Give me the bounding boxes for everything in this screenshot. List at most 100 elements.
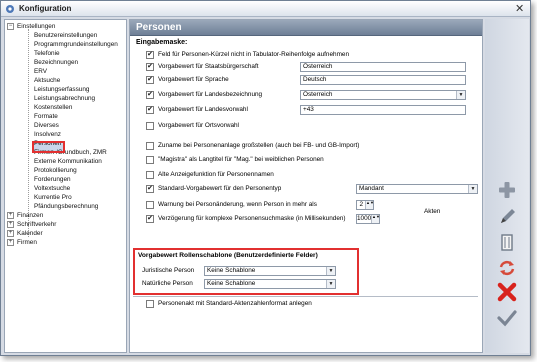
- tree-item-label: Kurrentie Pro: [34, 194, 72, 201]
- number-stepper[interactable]: 1000 ▲▼: [356, 214, 380, 224]
- tree-item[interactable]: ERV: [5, 67, 125, 76]
- tree-item[interactable]: Telefonie: [5, 49, 125, 58]
- add-icon[interactable]: [495, 179, 519, 201]
- tree-node-label: Finanzen: [17, 212, 44, 219]
- checkbox[interactable]: [146, 142, 154, 150]
- checkbox[interactable]: [146, 171, 154, 179]
- tree-item[interactable]: Diverses: [5, 121, 125, 130]
- chevron-down-icon[interactable]: ▼: [468, 185, 477, 193]
- chevron-down-icon[interactable]: ▼: [326, 267, 335, 275]
- checkbox-checked[interactable]: ✔: [146, 76, 154, 84]
- tree-item-label: Diverses: [34, 122, 59, 129]
- settings-panel: Personen Eingabemaske: ✔ Feld für Persone…: [129, 19, 483, 353]
- option-label: Personenakt mit Standard-Aktenzahlenform…: [158, 300, 312, 307]
- panel-header: Personen: [130, 20, 482, 36]
- tree-node-collapsed[interactable]: + Finanzen: [5, 211, 125, 220]
- dropdown[interactable]: Österreich ▼: [300, 90, 466, 100]
- expand-icon[interactable]: +: [7, 221, 14, 228]
- checkbox[interactable]: [146, 156, 154, 164]
- tree-node-einstellungen[interactable]: − Einstellungen: [5, 22, 125, 31]
- tree-item[interactable]: Voltextsuche: [5, 184, 125, 193]
- legal-person-template-dropdown[interactable]: Keine Schablone ▼: [204, 266, 336, 276]
- tree-item[interactable]: Bezeichnungen: [5, 58, 125, 67]
- tree-node-collapsed[interactable]: + Firmen: [5, 238, 125, 247]
- tree-item[interactable]: Kurrentie Pro: [5, 193, 125, 202]
- confirm-icon[interactable]: [495, 307, 519, 329]
- expand-icon[interactable]: +: [7, 239, 14, 246]
- tree-item[interactable]: Pfändungsberechnung: [5, 202, 125, 211]
- tree-node-collapsed[interactable]: + Schriftverkehr: [5, 220, 125, 229]
- tree-node-collapsed[interactable]: + Kalender: [5, 229, 125, 238]
- checkbox[interactable]: [146, 122, 154, 130]
- selected-item-highlight: [32, 141, 65, 153]
- tree-item[interactable]: Formate: [5, 112, 125, 121]
- field-value: Österreich: [303, 63, 333, 70]
- refresh-icon[interactable]: [495, 257, 519, 279]
- option-label: Standard-Vorgabewert für den Personentyp: [158, 185, 282, 192]
- expand-icon[interactable]: +: [7, 212, 14, 219]
- stepper-arrows-icon[interactable]: ▲▼: [365, 201, 374, 209]
- tree-item[interactable]: Programmgrundeinstellungen: [5, 40, 125, 49]
- tree-item[interactable]: Insolvenz: [5, 130, 125, 139]
- option-label: Verzögerung für komplexe Personensuchmas…: [158, 215, 346, 222]
- section-label: Eingabemaske:: [136, 39, 188, 46]
- checkbox-checked[interactable]: ✔: [146, 63, 154, 71]
- option-label: "Magistra" als Langtitel für "Mag." bei …: [158, 156, 324, 163]
- tree-item[interactable]: Protokollierung: [5, 166, 125, 175]
- tree-item[interactable]: Personen: [5, 139, 125, 148]
- stepper-arrows-icon[interactable]: ▲▼: [371, 215, 380, 223]
- dropdown-value: Keine Schablone: [207, 267, 256, 274]
- tree-item[interactable]: Externe Kommunikation: [5, 157, 125, 166]
- tree-item[interactable]: Benutzereinstellungen: [5, 31, 125, 40]
- checkbox[interactable]: [146, 201, 154, 209]
- tree-item-label: Voltextsuche: [34, 185, 71, 192]
- text-field[interactable]: Deutsch: [300, 75, 466, 85]
- option-label: Alte Anzeigefunktion für Personennamen: [158, 171, 274, 178]
- collapse-icon[interactable]: −: [7, 23, 14, 30]
- tree-item-label: Programmgrundeinstellungen: [34, 41, 118, 48]
- checkbox-checked[interactable]: ✔: [146, 215, 154, 223]
- natural-person-template-dropdown[interactable]: Keine Schablone ▼: [204, 279, 336, 289]
- checkbox-checked[interactable]: ✔: [146, 91, 154, 99]
- tree-item-label: Forderungen: [34, 176, 71, 183]
- tree-node-label: Schriftverkehr: [17, 221, 57, 228]
- tree-item[interactable]: Forderungen: [5, 175, 125, 184]
- close-icon[interactable]: ✕: [515, 2, 524, 16]
- number-stepper[interactable]: 2 ▲▼: [356, 200, 374, 210]
- tree-item-label: Aktsuche: [34, 77, 61, 84]
- tree-item[interactable]: Kostenstellen: [5, 103, 125, 112]
- tree-item[interactable]: Leistungsabrechnung: [5, 94, 125, 103]
- text-field[interactable]: +43: [300, 105, 466, 115]
- field-value: Mandant: [359, 185, 384, 192]
- field-value: +43: [303, 106, 314, 113]
- chevron-down-icon[interactable]: ▼: [456, 91, 465, 99]
- checkbox-checked[interactable]: ✔: [146, 185, 154, 193]
- option-label: Vorgabewert für Ortsvorwahl: [158, 122, 239, 129]
- dropdown-value: Keine Schablone: [207, 280, 256, 287]
- cancel-icon[interactable]: [495, 281, 519, 303]
- edit-icon[interactable]: [495, 205, 519, 227]
- tree-item-label: Bezeichnungen: [34, 59, 79, 66]
- expand-icon[interactable]: +: [7, 230, 14, 237]
- tree-item[interactable]: Firmen-/Grundbuch, ZMR: [5, 148, 125, 157]
- tree-item-label: Formate: [34, 113, 58, 120]
- checkbox-checked[interactable]: ✔: [146, 51, 154, 59]
- checkbox-checked[interactable]: ✔: [146, 106, 154, 114]
- option-label: Vorgabewert für Landesbezeichnung: [158, 91, 263, 98]
- option-label: Warnung bei Personänderung, wenn Person …: [158, 201, 317, 208]
- checkbox[interactable]: [146, 300, 154, 308]
- configuration-window: Konfiguration ✕ − Einstellungen Benutzer…: [0, 0, 531, 356]
- chevron-down-icon[interactable]: ▼: [326, 280, 335, 288]
- tree-item[interactable]: Leistungserfassung: [5, 85, 125, 94]
- tree-item[interactable]: Aktsuche: [5, 76, 125, 85]
- tree-item-label: Telefonie: [34, 50, 60, 57]
- field-value: 1000: [357, 215, 372, 222]
- tree-item-label: Kostenstellen: [34, 104, 73, 111]
- tree-node-label: Firmen: [17, 239, 37, 246]
- text-field[interactable]: Österreich: [300, 62, 466, 72]
- option-label: Vorgabewert für Staatsbürgerschaft: [158, 63, 259, 70]
- delete-icon[interactable]: [495, 231, 519, 253]
- configuration-app-icon: [6, 5, 14, 13]
- dropdown[interactable]: Mandant ▼: [356, 184, 478, 194]
- option-label: Zuname bei Personenanlage großstellen (a…: [158, 142, 360, 149]
